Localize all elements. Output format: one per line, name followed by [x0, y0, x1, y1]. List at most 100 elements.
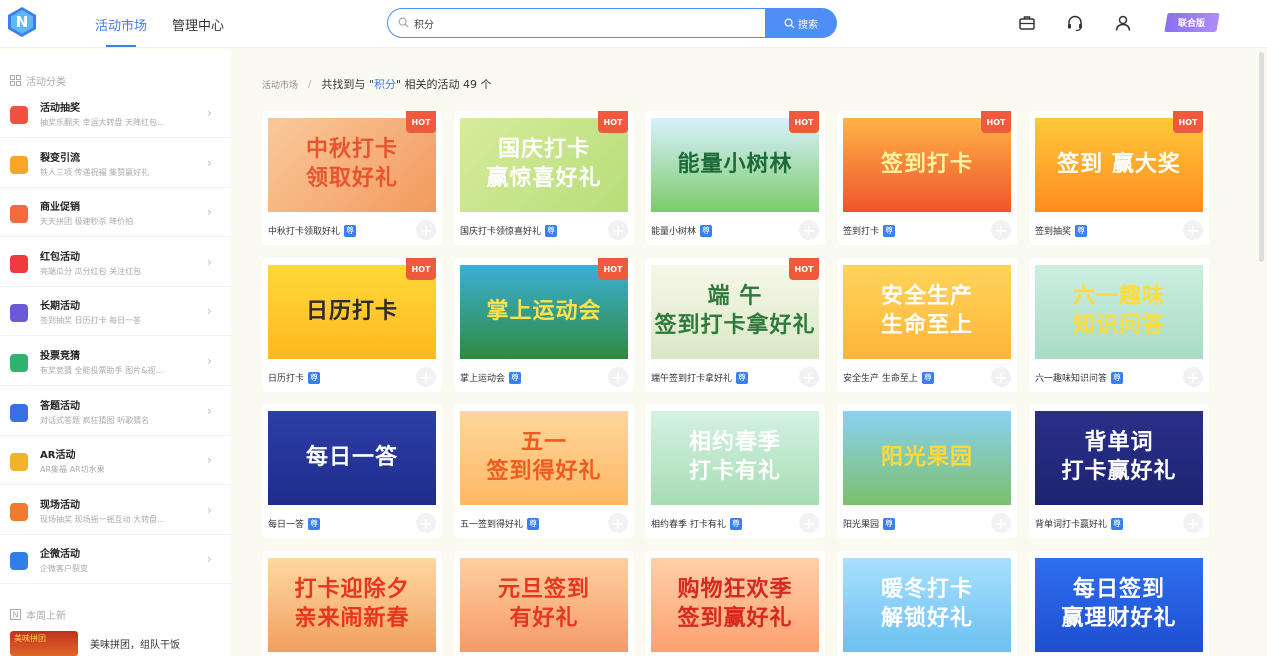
activity-name: 国庆打卡领惊喜好礼 — [460, 227, 542, 237]
activity-name-row: 签到抽奖尊 — [1035, 224, 1088, 237]
activity-banner[interactable]: 阳光果园 — [843, 411, 1011, 505]
activity-banner[interactable]: 暖冬打卡 解锁好礼 — [843, 558, 1011, 652]
app-logo-icon[interactable]: N — [6, 6, 38, 38]
sidebar-item[interactable]: 投票竞猜 有奖竞猜 全能投票助手 图片&视... › — [0, 337, 231, 386]
add-activity-button[interactable]: + — [991, 513, 1011, 533]
activity-card[interactable]: 背单词 打卡赢好礼背单词打卡赢好礼尊 + — [1029, 404, 1209, 538]
new-badge-icon: N — [10, 609, 21, 620]
banner-title: 安全生产 生命至上 — [880, 284, 973, 338]
activity-card[interactable]: 元旦签到 有好礼 — [454, 551, 634, 656]
vip-badge: 尊 — [308, 517, 321, 530]
add-activity-button[interactable]: + — [416, 220, 436, 240]
activity-card[interactable]: 签到 赢大奖 HOT 签到抽奖尊 + — [1029, 111, 1209, 245]
sidebar-item-title: AR活动 — [40, 450, 76, 462]
edition-badge[interactable]: 联合版 — [1164, 13, 1220, 32]
add-activity-button[interactable]: + — [608, 220, 628, 240]
activity-banner[interactable]: 元旦签到 有好礼 — [460, 558, 628, 652]
sidebar-item[interactable]: 红包活动 亮端瓜分 瓜分红包 关注红包 › — [0, 238, 231, 287]
banner-title: 每日一答 — [305, 444, 398, 470]
add-activity-button[interactable]: + — [991, 220, 1011, 240]
activity-card[interactable]: 安全生产 生命至上 安全生产 生命至上尊 + — [837, 258, 1017, 392]
activity-card[interactable]: 六一趣味 知识问答 六一趣味知识问答尊 + — [1029, 258, 1209, 392]
add-activity-button[interactable]: + — [991, 367, 1011, 387]
sidebar-item-subtitle: 现场抽奖 现场摇一摇互动 大转盘... — [40, 514, 165, 524]
activity-card[interactable]: 暖冬打卡 解锁好礼 — [837, 551, 1017, 656]
activity-banner[interactable]: 五一 签到得好礼 — [460, 411, 628, 505]
add-activity-button[interactable]: + — [799, 513, 819, 533]
add-activity-button[interactable]: + — [608, 513, 628, 533]
new-activity-item[interactable]: 美味拼团 美味拼团，组队干饭 — [10, 631, 230, 656]
activity-banner[interactable]: 背单词 打卡赢好礼 — [1035, 411, 1203, 505]
add-activity-button[interactable]: + — [416, 513, 436, 533]
activity-card[interactable]: 签到打卡 HOT 签到打卡尊 + — [837, 111, 1017, 245]
add-activity-button[interactable]: + — [416, 367, 436, 387]
briefcase-icon[interactable] — [1018, 14, 1036, 32]
hot-badge: HOT — [789, 258, 819, 280]
banner-title: 签到打卡 — [880, 151, 973, 177]
sidebar-item[interactable]: 活动抽奖 抽奖乐翻天 幸运大转盘 天降红包... › — [0, 89, 231, 138]
banner-title: 阳光果园 — [880, 444, 973, 470]
activity-card[interactable]: 能量小树林 HOT 能量小树林尊 + — [645, 111, 825, 245]
activity-card[interactable]: 掌上运动会 HOT 掌上运动会尊 + — [454, 258, 634, 392]
page-scrollbar[interactable] — [1259, 52, 1264, 262]
sidebar-item[interactable]: 企微活动 企微客户裂变 › — [0, 535, 231, 585]
user-icon[interactable] — [1114, 14, 1132, 32]
calendar-icon — [10, 304, 28, 323]
activity-card[interactable]: 日历打卡 HOT 日历打卡尊 + — [262, 258, 442, 392]
chevron-right-icon: › — [207, 106, 212, 120]
breadcrumb-separator: / — [308, 78, 312, 90]
hot-badge: HOT — [406, 258, 436, 280]
add-activity-button[interactable]: + — [1183, 220, 1203, 240]
hot-badge: HOT — [981, 111, 1011, 133]
add-activity-button[interactable]: + — [1183, 367, 1203, 387]
vip-badge: 尊 — [883, 517, 896, 530]
tab-label: 活动市场 — [95, 19, 148, 34]
activity-banner[interactable]: 安全生产 生命至上 — [843, 265, 1011, 359]
activity-card[interactable]: 中秋打卡 领取好礼 HOT 中秋打卡领取好礼尊 + — [262, 111, 442, 245]
sidebar-item[interactable]: AR活动 AR集福 AR切水果 › — [0, 436, 231, 486]
activity-name-row: 端午签到打卡拿好礼尊 — [651, 371, 749, 384]
add-activity-button[interactable]: + — [799, 220, 819, 240]
activity-name-row: 背单词打卡赢好礼尊 — [1035, 517, 1124, 530]
activity-name-row: 能量小树林尊 — [651, 224, 713, 237]
activity-card[interactable]: 每日签到 赢理财好礼 — [1029, 551, 1209, 656]
banner-title: 签到 赢大奖 — [1057, 151, 1181, 177]
activity-card[interactable]: 购物狂欢季 签到赢好礼 — [645, 551, 825, 656]
chevron-right-icon: › — [207, 304, 212, 319]
search-button[interactable]: 搜索 — [765, 8, 837, 38]
activity-card[interactable]: 端 午 签到打卡拿好礼 HOT 端午签到打卡拿好礼尊 + — [645, 258, 825, 392]
activity-banner[interactable]: 每日一答 — [268, 411, 436, 505]
activity-card[interactable]: 打卡迎除夕 亲来闹新春 — [262, 551, 442, 656]
banner-title: 打卡迎除夕 亲来闹新春 — [294, 577, 410, 631]
add-activity-button[interactable]: + — [608, 367, 628, 387]
activity-card[interactable]: 五一 签到得好礼 五一签到得好礼尊 + — [454, 404, 634, 538]
headset-icon[interactable] — [1066, 14, 1084, 32]
activity-banner[interactable]: 购物狂欢季 签到赢好礼 — [651, 558, 819, 652]
add-activity-button[interactable]: + — [1183, 513, 1203, 533]
vote-check-icon — [10, 354, 28, 372]
activity-name-row: 中秋打卡领取好礼尊 — [268, 224, 357, 237]
activity-banner[interactable]: 相约春季 打卡有礼 — [651, 411, 819, 505]
activity-card[interactable]: 阳光果园 阳光果园尊 + — [837, 404, 1017, 538]
tab-activity-market[interactable]: 活动市场 — [95, 15, 148, 47]
sidebar-item[interactable]: 商业促销 天天拼团 极速秒杀 降价拍 › — [0, 188, 231, 238]
activity-banner[interactable]: 六一趣味 知识问答 — [1035, 265, 1203, 359]
activity-card[interactable]: 每日一答 每日一答尊 + — [262, 404, 442, 538]
activity-name: 每日一答 — [268, 520, 305, 530]
activity-banner[interactable]: 每日签到 赢理财好礼 — [1035, 558, 1203, 652]
search-input[interactable] — [414, 15, 754, 31]
breadcrumb-root[interactable]: 活动市场 — [262, 78, 298, 91]
tab-management-center[interactable]: 管理中心 — [172, 15, 224, 34]
activity-name: 掌上运动会 — [460, 374, 506, 384]
sidebar-item-subtitle: 有奖竞猜 全能投票助手 图片&视... — [40, 366, 163, 375]
sidebar-item[interactable]: 裂变引流 铁人三项 传递祝福 集赞赢好礼 › — [0, 139, 231, 188]
sidebar-item[interactable]: 现场活动 现场抽奖 现场摇一摇互动 大转盘... › — [0, 486, 231, 535]
sidebar-item[interactable]: 长期活动 签到抽奖 日历打卡 每日一答 › — [0, 287, 231, 337]
activity-banner[interactable]: 打卡迎除夕 亲来闹新春 — [268, 558, 436, 652]
activity-card[interactable]: 相约春季 打卡有礼 相约春季 打卡有礼尊 + — [645, 404, 825, 538]
robot-icon — [10, 453, 28, 472]
sidebar-item-title: 裂变引流 — [40, 152, 80, 164]
activity-card[interactable]: 国庆打卡 赢惊喜好礼 HOT 国庆打卡领惊喜好礼尊 + — [454, 111, 634, 245]
sidebar-item[interactable]: 答题活动 对话式答题 疯狂猜图 听歌猜名 › — [0, 387, 231, 436]
add-activity-button[interactable]: + — [799, 367, 819, 387]
